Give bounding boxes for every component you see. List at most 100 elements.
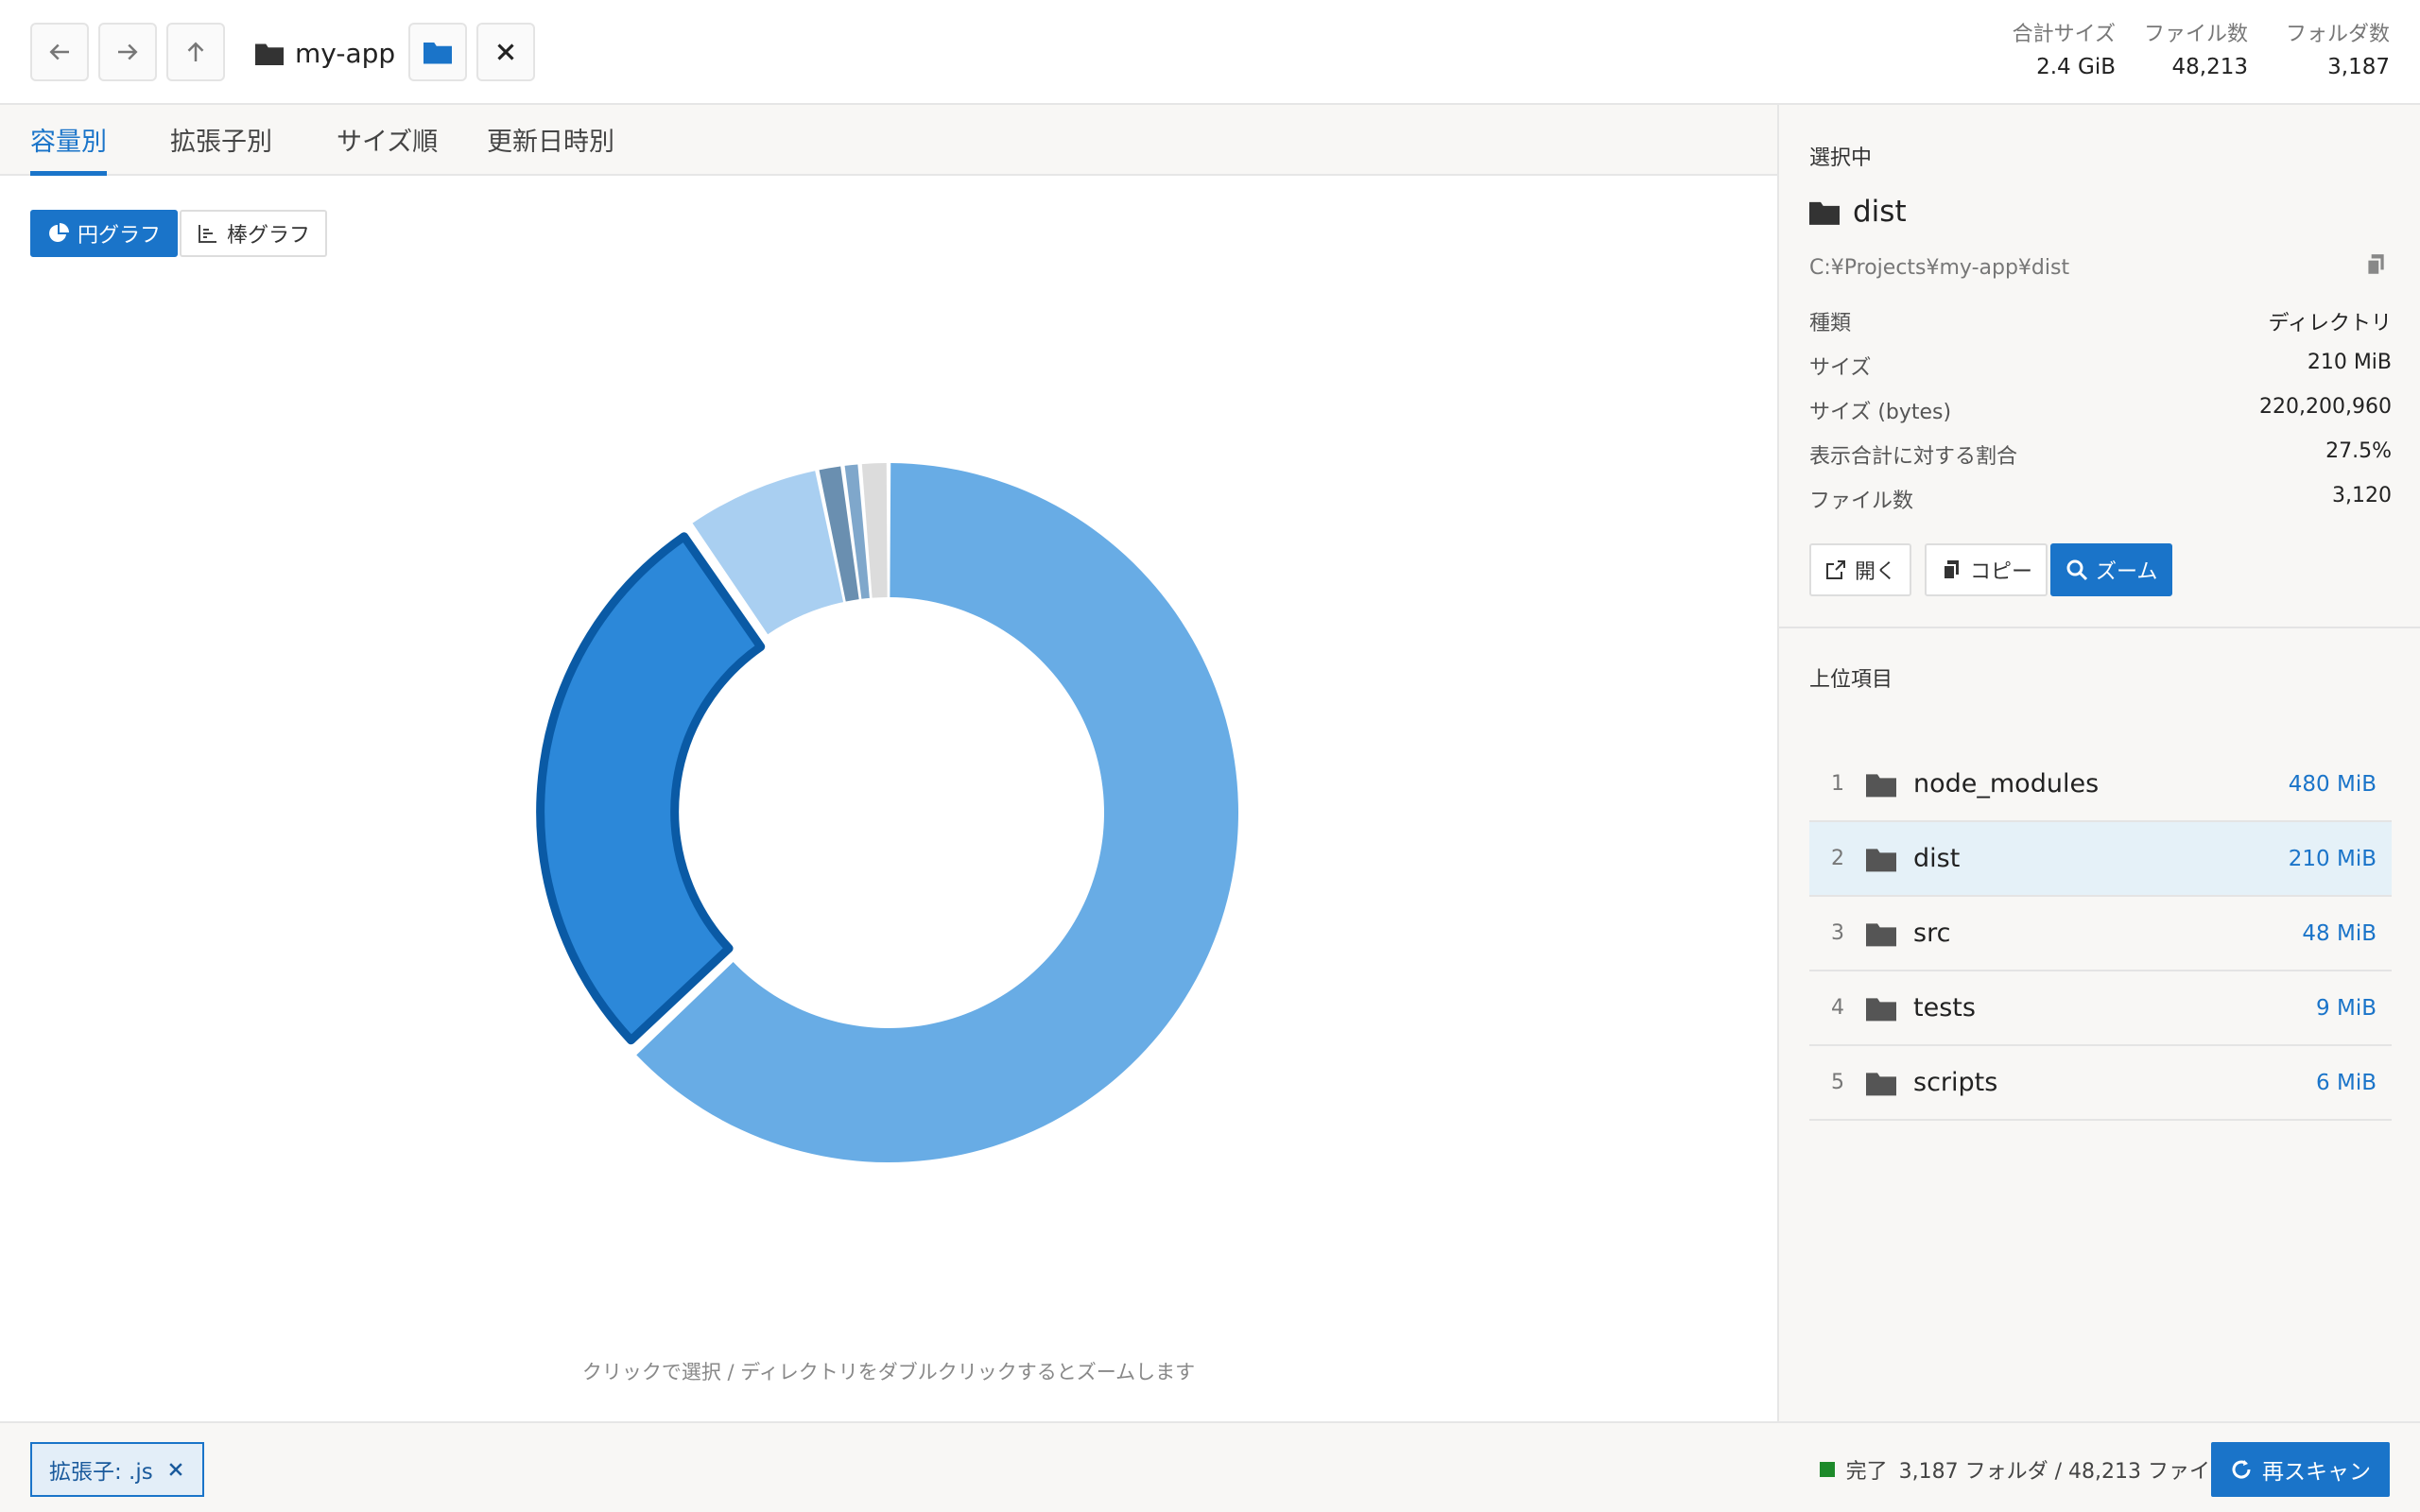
search-icon	[2066, 559, 2088, 581]
filter-label: 拡張子: .js	[49, 1460, 153, 1485]
item-name: dist	[1913, 844, 1961, 873]
stat-folder-count: フォルダ数 3,187	[2286, 19, 2390, 83]
stat-label: ファイル数	[2143, 23, 2248, 46]
copy-button[interactable]: コピー	[1925, 543, 2048, 596]
prop-key: 表示合計に対する割合	[1809, 445, 2018, 469]
pie-chart-toggle[interactable]: 円グラフ	[30, 210, 179, 257]
donut-slice-dist[interactable]	[536, 532, 766, 1045]
tab-by-modified[interactable]: 更新日時別	[487, 105, 614, 174]
item-rank: 4	[1831, 996, 1844, 1020]
arrow-left-icon	[49, 43, 69, 60]
open-folder-button[interactable]	[408, 23, 467, 81]
prop-value: 210 MiB	[2307, 351, 2392, 374]
pie-chart-toggle-label: 円グラフ	[78, 224, 162, 248]
item-size: 6 MiB	[2316, 1070, 2377, 1095]
refresh-icon	[2232, 1460, 2251, 1479]
copy-path-icon[interactable]	[2363, 252, 2388, 277]
scan-status: 完了 3,187 フォルダ / 48,213 ファイル	[1819, 1454, 2231, 1485]
list-item[interactable]: 3 src 48 MiB	[1809, 897, 2392, 971]
item-size: 210 MiB	[2288, 846, 2377, 871]
prop-key: ファイル数	[1809, 490, 1914, 513]
arrow-up-icon	[187, 42, 204, 61]
item-rank: 1	[1831, 772, 1844, 796]
prop-size-bytes: サイズ (bytes) 220,200,960	[1809, 395, 2392, 425]
folder-icon	[255, 43, 284, 65]
bar-chart-icon	[199, 225, 216, 243]
tab-by-size-order[interactable]: サイズ順	[337, 105, 438, 174]
item-size: 480 MiB	[2288, 771, 2377, 797]
selected-item-path: C:¥Projects¥my-app¥dist	[1809, 256, 2070, 280]
zoom-button-label: ズーム	[2096, 560, 2158, 584]
selected-item-name: dist	[1853, 195, 1907, 229]
up-button[interactable]	[166, 23, 225, 81]
list-item[interactable]: 4 tests 9 MiB	[1809, 971, 2392, 1046]
prop-type: 種類 ディレクトリ	[1809, 306, 2392, 336]
zoom-button[interactable]: ズーム	[2050, 543, 2173, 596]
rescan-button[interactable]: 再スキャン	[2211, 1442, 2390, 1497]
folder-icon	[1866, 773, 1896, 797]
stat-file-count: ファイル数 48,213	[2144, 19, 2248, 83]
back-button[interactable]	[30, 23, 89, 81]
tab-by-extension[interactable]: 拡張子別	[170, 105, 272, 174]
folder-icon	[1866, 922, 1896, 946]
top-items-list: 1 node_modules 480 MiB 2 dist 210 MiB 3 …	[1809, 747, 2392, 1121]
tab-by-size[interactable]: 容量別	[30, 105, 107, 176]
folder-icon	[1866, 997, 1896, 1021]
prop-size: サイズ 210 MiB	[1809, 351, 2392, 381]
view-tabs: 容量別 拡張子別 サイズ順 更新日時別	[0, 105, 1777, 176]
folder-icon	[1866, 848, 1896, 871]
close-icon	[497, 43, 514, 60]
forward-button[interactable]	[98, 23, 157, 81]
prop-value: ディレクトリ	[2268, 312, 2392, 335]
folder-icon	[1866, 1072, 1896, 1095]
panel-divider	[1779, 627, 2420, 628]
stat-value: 2.4 GiB	[2036, 55, 2116, 79]
folder-open-icon	[424, 43, 452, 64]
prop-key: サイズ	[1809, 356, 1872, 380]
selected-section-label: 選択中	[1809, 146, 1873, 170]
donut-chart	[536, 463, 1238, 1162]
breadcrumb-folder-name: my-app	[295, 37, 396, 69]
list-item[interactable]: 2 dist 210 MiB	[1809, 822, 2392, 897]
copy-icon	[1943, 560, 1959, 580]
status-bar: 拡張子: .js 完了 3,187 フォルダ / 48,213 ファイル 再スキ…	[0, 1421, 2420, 1512]
chart-area	[0, 274, 1777, 1351]
breadcrumb: my-app	[255, 31, 395, 75]
details-panel: 選択中 dist C:¥Projects¥my-app¥dist 種類 ディレク…	[1777, 105, 2420, 1421]
toolbar: my-app 合計サイズ 2.4 GiB ファイル数 48,213 フォルダ数 …	[0, 0, 2420, 105]
item-name: tests	[1913, 993, 1976, 1022]
open-button-label: 開く	[1855, 560, 1897, 584]
rescan-label: 再スキャン	[2262, 1460, 2371, 1485]
chart-hint: クリックで選択 / ディレクトリをダブルクリックするとズームします	[581, 1361, 1196, 1383]
status-label: 完了	[1845, 1460, 1888, 1484]
open-button[interactable]: 開く	[1809, 543, 1912, 596]
item-name: node_modules	[1913, 769, 2100, 799]
item-size: 9 MiB	[2316, 995, 2377, 1021]
prop-file-count: ファイル数 3,120	[1809, 484, 2392, 514]
list-item[interactable]: 1 node_modules 480 MiB	[1809, 747, 2392, 822]
item-rank: 3	[1831, 921, 1844, 945]
prop-value: 27.5%	[2325, 439, 2392, 463]
bar-chart-toggle[interactable]: 棒グラフ	[180, 210, 328, 257]
prop-key: サイズ (bytes)	[1809, 401, 1952, 424]
bar-chart-toggle-label: 棒グラフ	[227, 224, 311, 248]
stat-value: 48,213	[2171, 55, 2248, 79]
copy-button-label: コピー	[1970, 560, 2033, 584]
top-items-label: 上位項目	[1809, 668, 1893, 692]
item-rank: 5	[1831, 1071, 1844, 1094]
selected-item-title: dist	[1809, 195, 1907, 229]
item-name: scripts	[1913, 1068, 1998, 1097]
stat-total-size: 合計サイズ 2.4 GiB	[2013, 19, 2116, 83]
extension-filter-chip[interactable]: 拡張子: .js	[30, 1442, 204, 1497]
close-button[interactable]	[476, 23, 535, 81]
disk-usage-app: my-app 合計サイズ 2.4 GiB ファイル数 48,213 フォルダ数 …	[0, 0, 2420, 1512]
item-size: 48 MiB	[2302, 920, 2377, 946]
prop-value: 220,200,960	[2259, 395, 2392, 419]
item-rank: 2	[1831, 847, 1844, 870]
prop-percentage: 表示合計に対する割合 27.5%	[1809, 439, 2392, 470]
list-item[interactable]: 5 scripts 6 MiB	[1809, 1046, 2392, 1121]
prop-value: 3,120	[2332, 484, 2392, 507]
close-icon[interactable]	[166, 1460, 185, 1479]
stat-value: 3,187	[2327, 55, 2390, 79]
prop-key: 種類	[1809, 312, 1852, 335]
